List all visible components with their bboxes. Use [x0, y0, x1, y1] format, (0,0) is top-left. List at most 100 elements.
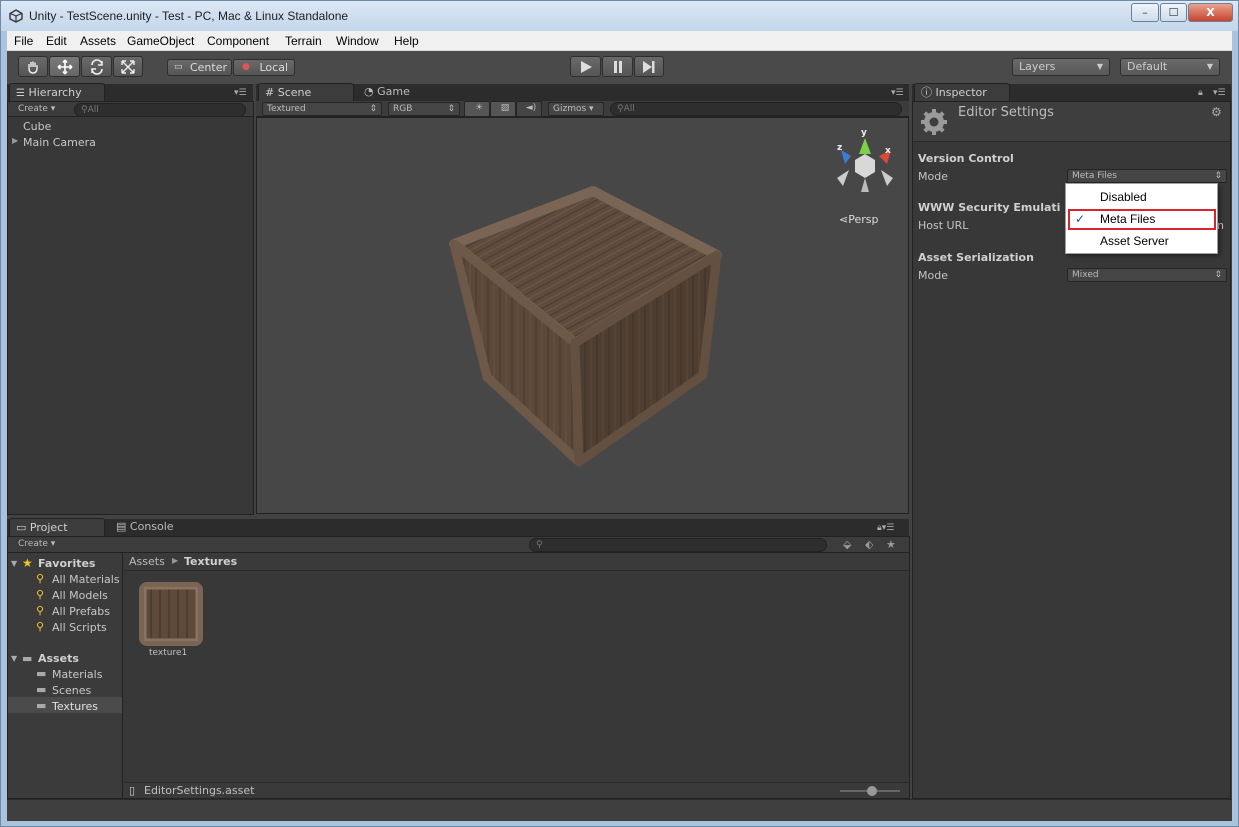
gizmos-dropdown[interactable]: Gizmos ▾ [548, 102, 604, 116]
breadcrumb-separator-icon: ▶ [172, 556, 179, 565]
project-search-input[interactable]: ⚲ [529, 538, 827, 552]
menu-assets[interactable]: Assets [80, 34, 116, 48]
scene-viewport[interactable]: y z x ⋖Persp [256, 117, 909, 514]
menu-file[interactable]: File [14, 34, 33, 48]
folder-scenes[interactable]: Scenes [52, 684, 91, 697]
filter-label-icon[interactable]: ⬖ [865, 538, 873, 551]
asset-thumbnail-texture1[interactable] [139, 582, 203, 646]
perspective-toggle[interactable]: ⋖Persp [839, 213, 878, 226]
serialization-mode-value: Mixed [1072, 270, 1099, 280]
file-icon: ▯ [129, 784, 136, 797]
favorite-all-scripts[interactable]: All Scripts [52, 621, 107, 634]
settings-gear-icon[interactable]: ⚙ [1211, 105, 1222, 119]
hierarchy-search-input[interactable]: ⚲All [74, 103, 246, 117]
menu-terrain[interactable]: Terrain [285, 34, 322, 48]
hierarchy-create-button[interactable]: Create ▾ [14, 103, 66, 117]
space-local-button[interactable]: ● Local [233, 59, 295, 76]
tab-scene[interactable]: # Scene [258, 83, 354, 102]
sun-icon: ☀ [474, 103, 484, 113]
expand-triangle-icon[interactable]: ▶ [12, 136, 18, 145]
pause-button[interactable] [602, 56, 633, 77]
speaker-icon: ◄) [525, 103, 537, 113]
search-icon: ⚲ [536, 540, 543, 550]
minimize-button[interactable]: – [1131, 3, 1159, 22]
hierarchy-item-cube[interactable]: Cube [23, 120, 51, 133]
rotate-tool-button[interactable] [81, 56, 112, 77]
tab-project[interactable]: ▭ Project [9, 518, 105, 537]
popup-item-disabled[interactable]: Disabled [1100, 190, 1147, 204]
project-tree: ▼ ★ Favorites ⚲ All Materials ⚲ All Mode… [8, 553, 123, 798]
zoom-slider-thumb[interactable] [867, 786, 877, 796]
host-url-field[interactable]: n [1217, 219, 1224, 232]
vc-mode-dropdown[interactable]: Meta Files ⇕ [1067, 169, 1227, 183]
color-mode-dropdown[interactable]: RGB ⇕ [388, 102, 460, 116]
vc-mode-label: Mode [918, 170, 948, 183]
pause-icon [613, 61, 622, 73]
move-arrows-icon [57, 59, 72, 75]
tab-hierarchy[interactable]: ☰ Hierarchy [9, 83, 105, 102]
favorite-all-materials[interactable]: All Materials [52, 573, 120, 586]
folder-icon: ▬ [36, 667, 47, 680]
asset-name-texture1[interactable]: texture1 [149, 648, 187, 658]
gizmos-label: Gizmos [553, 104, 587, 114]
www-security-heading: WWW Security Emulati [918, 201, 1061, 214]
step-button[interactable] [634, 56, 664, 77]
pivot-center-button[interactable]: ▭ Center [167, 59, 232, 76]
checkmark-icon: ✓ [1075, 212, 1086, 226]
move-tool-button[interactable] [49, 56, 80, 77]
favorites-label[interactable]: Favorites [38, 557, 95, 570]
breadcrumb-textures[interactable]: Textures [184, 555, 237, 568]
expand-triangle-icon[interactable]: ▼ [11, 559, 17, 568]
assets-root-label[interactable]: Assets [38, 652, 79, 665]
pacman-icon: ◔ [364, 85, 374, 98]
persp-label: Persp [848, 213, 879, 226]
panel-menu-icon[interactable]: ▾☰ [234, 88, 247, 98]
project-create-button[interactable]: Create ▾ [14, 538, 66, 552]
audio-toggle[interactable]: ◄) [516, 101, 542, 117]
popup-item-meta-files[interactable]: Meta Files [1100, 212, 1155, 226]
folder-icon: ▬ [36, 699, 47, 712]
lighting-toggle[interactable]: ☀ [464, 101, 490, 117]
menu-window[interactable]: Window [336, 34, 379, 48]
menu-help[interactable]: Help [394, 34, 419, 48]
scene-search-input[interactable]: ⚲All [610, 102, 902, 116]
menu-edit[interactable]: Edit [46, 34, 67, 48]
version-control-popup: Disabled ✓ Meta Files Asset Server [1065, 183, 1218, 254]
breadcrumb-assets[interactable]: Assets [129, 555, 165, 568]
folder-textures[interactable]: Textures [52, 700, 98, 713]
title-bar: Unity - TestScene.unity - Test - PC, Mac… [1, 1, 1238, 31]
pivot-icon: ▭ [174, 62, 183, 72]
tab-console[interactable]: ▤ Console [110, 518, 200, 537]
folder-icon: ▭ [16, 521, 27, 534]
folder-materials[interactable]: Materials [52, 668, 102, 681]
lock-icon[interactable]: 🔒︎ [1198, 88, 1203, 98]
window-title: Unity - TestScene.unity - Test - PC, Mac… [29, 9, 349, 23]
render-mode-dropdown[interactable]: Textured ⇕ [262, 102, 382, 116]
layers-dropdown[interactable]: Layers ▼ [1012, 58, 1110, 76]
popup-item-asset-server[interactable]: Asset Server [1100, 234, 1169, 248]
tab-inspector[interactable]: ⓘ Inspector [914, 83, 1010, 102]
play-button[interactable] [570, 56, 601, 77]
hierarchy-item-main-camera[interactable]: Main Camera [23, 136, 96, 149]
filter-type-icon[interactable]: ⬙ [843, 538, 851, 551]
favorite-star-icon[interactable]: ★ [886, 538, 896, 551]
serialization-mode-dropdown[interactable]: Mixed ⇕ [1067, 268, 1227, 282]
favorite-all-models[interactable]: All Models [52, 589, 108, 602]
menu-gameobject[interactable]: GameObject [127, 34, 194, 48]
close-button[interactable]: X [1188, 3, 1233, 22]
menu-component[interactable]: Component [207, 34, 269, 48]
hand-tool-button[interactable] [18, 56, 48, 77]
image-effects-toggle[interactable]: ▨ [490, 101, 516, 117]
project-panel: Create ▾ ⚲ ⬙ ⬖ ★ ▼ ★ Favorites ⚲ All Mat… [7, 536, 910, 799]
maximize-button[interactable]: ☐ [1160, 3, 1187, 22]
host-url-label: Host URL [918, 219, 969, 232]
expand-triangle-icon[interactable]: ▼ [11, 654, 17, 663]
panel-menu-icon[interactable]: 🔒︎▾☰ [877, 523, 894, 533]
scale-tool-button[interactable] [113, 56, 143, 77]
search-icon: ⚲ [36, 620, 45, 633]
panel-menu-icon[interactable]: ▾☰ [891, 88, 904, 98]
tab-game[interactable]: ◔ Game [358, 83, 438, 102]
layout-dropdown[interactable]: Default ▼ [1120, 58, 1220, 76]
favorite-all-prefabs[interactable]: All Prefabs [52, 605, 110, 618]
panel-menu-icon[interactable]: ▾☰ [1213, 88, 1226, 98]
